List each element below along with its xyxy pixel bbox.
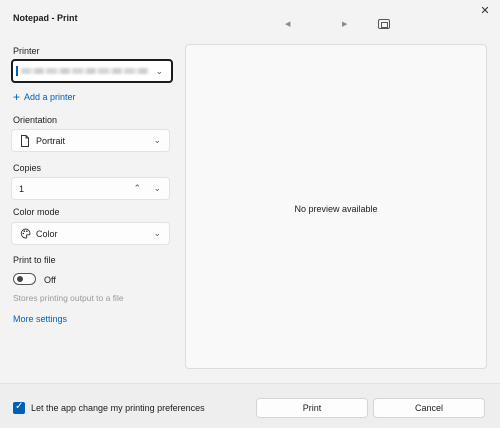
chevron-up-icon[interactable]: ⌃ xyxy=(133,183,141,194)
more-settings-link[interactable]: More settings xyxy=(13,314,67,324)
page-portrait-icon xyxy=(20,135,30,147)
preview-message: No preview available xyxy=(294,204,378,214)
printer-name-redacted xyxy=(21,68,149,74)
printer-label: Printer xyxy=(13,46,40,56)
fit-to-window-icon[interactable] xyxy=(378,19,390,29)
copies-value: 1 xyxy=(19,184,25,194)
color-mode-value: Color xyxy=(36,229,58,239)
chevron-down-icon: ⌄ xyxy=(155,66,163,76)
checkmark-icon: ✓ xyxy=(15,401,24,412)
dialog-footer: ✓ Let the app change my printing prefere… xyxy=(0,383,500,428)
plus-icon: + xyxy=(13,90,21,104)
cancel-button[interactable]: Cancel xyxy=(373,398,485,418)
print-to-file-hint: Stores printing output to a file xyxy=(13,293,124,303)
orientation-label: Orientation xyxy=(13,115,58,125)
toggle-state-text: Off xyxy=(44,275,56,285)
copies-stepper[interactable]: 1 ⌃ ⌄ xyxy=(11,177,170,200)
color-mode-label: Color mode xyxy=(13,207,60,217)
palette-icon xyxy=(20,228,31,240)
print-preview-area: No preview available xyxy=(185,44,487,369)
preferences-checkbox-label[interactable]: Let the app change my printing preferenc… xyxy=(31,403,205,413)
orientation-value: Portrait xyxy=(36,136,66,146)
add-printer-link[interactable]: + Add a printer xyxy=(13,89,76,104)
chevron-down-icon[interactable]: ⌄ xyxy=(153,183,161,194)
chevron-down-icon: ⌄ xyxy=(153,228,161,238)
chevron-down-icon: ⌄ xyxy=(153,135,161,145)
add-printer-label: Add a printer xyxy=(24,92,76,102)
preferences-checkbox[interactable]: ✓ xyxy=(13,401,25,414)
window-title: Notepad - Print xyxy=(13,13,78,23)
print-to-file-toggle[interactable] xyxy=(13,273,36,285)
print-button[interactable]: Print xyxy=(256,398,368,418)
text-cursor xyxy=(16,66,18,76)
caret-left-icon: ◀ xyxy=(285,21,291,28)
caret-right-icon: ▶ xyxy=(342,21,348,28)
toggle-knob xyxy=(17,276,23,282)
orientation-select[interactable]: Portrait ⌄ xyxy=(11,129,170,152)
printer-select[interactable]: ⌄ xyxy=(11,59,173,83)
copies-label: Copies xyxy=(13,163,42,173)
color-mode-select[interactable]: Color ⌄ xyxy=(11,222,170,245)
close-button[interactable]: ✕ xyxy=(478,4,492,18)
close-icon: ✕ xyxy=(480,5,490,17)
previous-page-button[interactable]: ◀ xyxy=(285,20,290,28)
next-page-button[interactable]: ▶ xyxy=(342,20,347,28)
print-to-file-label: Print to file xyxy=(13,255,56,265)
